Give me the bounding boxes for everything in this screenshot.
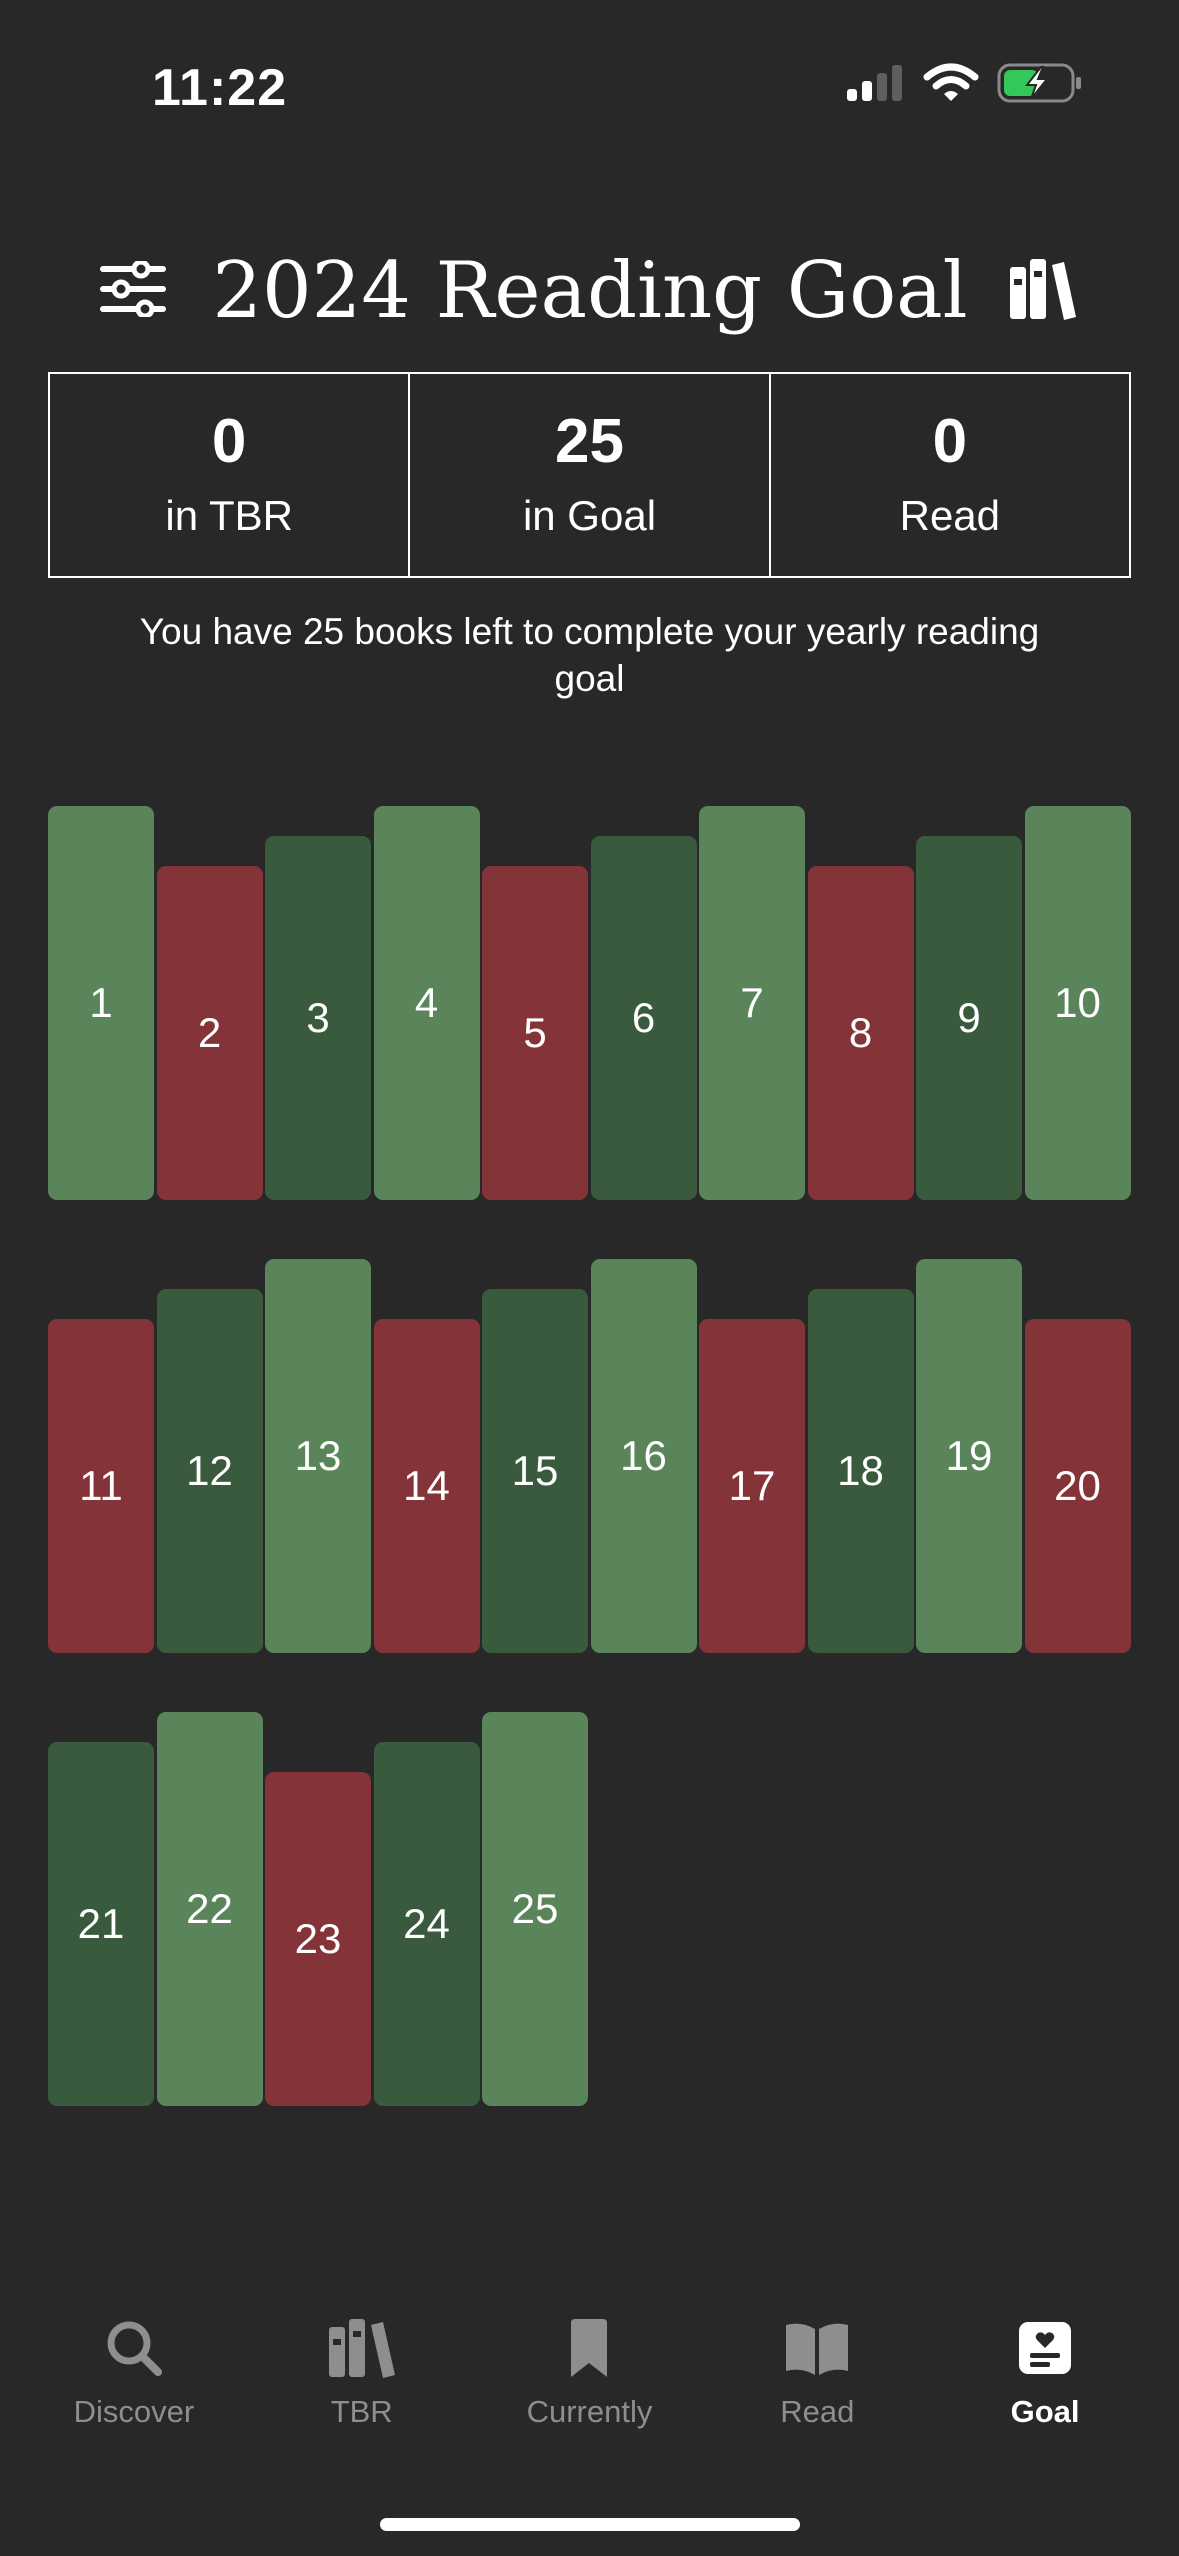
status-icons: [845, 62, 1083, 104]
stat-label: Read: [899, 492, 1001, 539]
goal-summary-text: You have 25 books left to complete your …: [139, 611, 1040, 699]
tab-goal[interactable]: Goal: [945, 2310, 1145, 2460]
book-5[interactable]: 5: [482, 866, 588, 1200]
books-icon: [1008, 257, 1078, 326]
battery-charging-icon: [997, 62, 1083, 104]
page-title: 2024 Reading Goal: [212, 246, 968, 336]
stat-label: in Goal: [522, 492, 657, 539]
tab-tbr[interactable]: TBR: [262, 2310, 462, 2460]
sliders-icon: [99, 259, 167, 322]
book-10[interactable]: 10: [1024, 806, 1131, 1200]
book-21[interactable]: 21: [48, 1742, 154, 2106]
book-8[interactable]: 8: [807, 866, 914, 1200]
home-indicator: [380, 2518, 800, 2531]
bookshelf-row: 1 2 3 4 5 6 7 8 9 10: [48, 806, 1131, 1200]
stat-value: 0: [211, 407, 247, 476]
filter-button[interactable]: [96, 254, 170, 328]
status-time: 11:22: [152, 59, 288, 117]
tab-label: Discover: [73, 2394, 195, 2429]
book-15[interactable]: 15: [482, 1289, 588, 1653]
bookshelf-row: 21 22 23 24 25: [48, 1712, 1131, 2106]
tab-read[interactable]: Read: [717, 2310, 917, 2460]
open-book-icon: [783, 2310, 851, 2386]
book-24[interactable]: 24: [373, 1742, 480, 2106]
bookshelf-row: 11 12 13 14 15 16 17 18 19 20: [48, 1259, 1131, 1653]
book-2[interactable]: 2: [156, 866, 263, 1200]
book-14[interactable]: 14: [373, 1319, 480, 1653]
stat-goal: 25 in Goal: [410, 372, 771, 578]
book-22[interactable]: 22: [156, 1712, 263, 2106]
tab-label: TBR: [330, 2394, 393, 2429]
cellular-signal-icon: [845, 63, 905, 103]
search-icon: [104, 2310, 164, 2386]
bookmark-icon: [567, 2310, 611, 2386]
books-icon: [327, 2310, 397, 2386]
tab-currently[interactable]: Currently: [489, 2310, 689, 2460]
tab-label: Currently: [526, 2394, 653, 2429]
tab-discover[interactable]: Discover: [34, 2310, 234, 2460]
book-16[interactable]: 16: [590, 1259, 697, 1653]
tab-label: Read: [780, 2394, 855, 2429]
wifi-icon: [923, 63, 979, 103]
stat-label: in TBR: [165, 492, 293, 539]
library-button[interactable]: [1006, 254, 1080, 328]
book-1[interactable]: 1: [48, 806, 154, 1200]
book-7[interactable]: 7: [699, 806, 805, 1200]
book-19[interactable]: 19: [916, 1259, 1022, 1653]
book-20[interactable]: 20: [1024, 1319, 1131, 1653]
tab-label: Goal: [1010, 2394, 1080, 2429]
stat-value: 0: [932, 407, 968, 476]
stat-read: 0 Read: [770, 372, 1131, 578]
stats-panel: 0 in TBR 25 in Goal 0 Read: [48, 372, 1131, 578]
book-9[interactable]: 9: [916, 836, 1022, 1200]
book-25[interactable]: 25: [482, 1712, 588, 2106]
book-17[interactable]: 17: [699, 1319, 805, 1653]
book-23[interactable]: 23: [265, 1772, 371, 2106]
book-6[interactable]: 6: [590, 836, 697, 1200]
book-18[interactable]: 18: [807, 1289, 914, 1653]
book-13[interactable]: 13: [265, 1259, 371, 1653]
book-3[interactable]: 3: [265, 836, 371, 1200]
page-header: 2024 Reading Goal: [0, 236, 1179, 346]
stat-tbr: 0 in TBR: [48, 372, 411, 578]
book-4[interactable]: 4: [373, 806, 480, 1200]
stat-value: 25: [555, 407, 624, 476]
book-12[interactable]: 12: [156, 1289, 263, 1653]
book-11[interactable]: 11: [48, 1319, 154, 1653]
tab-bar: Discover TBR Currently Read Goal: [0, 2310, 1179, 2460]
goal-icon: [1017, 2310, 1073, 2386]
